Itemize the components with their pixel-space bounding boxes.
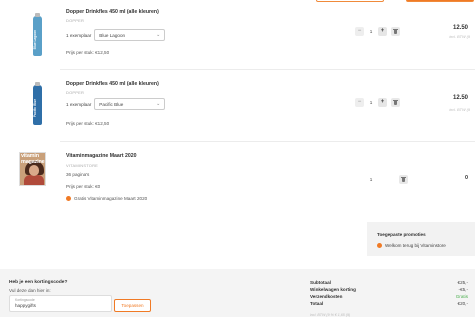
magazine-cover-image[interactable]: vitamin magazine: [19, 152, 46, 186]
product-brand: VITAMINSTORE: [66, 163, 99, 168]
page-count: 36 pagina's: [66, 172, 90, 177]
quantity-value: 1: [369, 177, 373, 182]
applied-promotions: Toegepaste promoties Welkom terug bij Vi…: [367, 222, 475, 256]
quantity-stepper: 1: [368, 175, 408, 184]
line-total: 12.50: [452, 25, 468, 31]
divider: [60, 141, 475, 142]
line-total: 12.50: [452, 95, 468, 101]
discount-value: -€5,-: [458, 287, 468, 292]
product-title[interactable]: Vitaminmagazine Maart 2020: [66, 153, 137, 159]
bottle-label: Blue Lagoon: [32, 30, 37, 50]
product-title[interactable]: Dopper Drinkfles 450 ml (alle kleuren): [66, 9, 159, 15]
product-image[interactable]: Pacific Blue: [26, 82, 48, 128]
unit-price: Prijs per stuk: €0: [66, 184, 101, 189]
divider: [60, 69, 475, 70]
secondary-action-button[interactable]: [316, 0, 384, 2]
cart-footer: Heb je een kortingscode? Vul deze dan hi…: [0, 269, 475, 317]
increase-quantity-button[interactable]: +: [378, 27, 387, 36]
promotions-title: Toegepaste promoties: [377, 232, 426, 237]
discount-code-field[interactable]: Kortingscode happygifts: [9, 295, 112, 312]
subtotal-value: €25,-: [457, 280, 468, 285]
quantity-value: 1: [369, 29, 373, 34]
magazine-cover-title: vitamin magazine: [21, 153, 45, 165]
line-vat-note: incl. BTW (9: [449, 108, 470, 112]
shipping-label: Verzendkosten: [310, 294, 343, 299]
shipping-value: Gratis: [455, 294, 468, 299]
discount-code-label: Kortingscode: [15, 298, 35, 302]
product-brand: DOPPER: [66, 90, 85, 95]
quantity-stepper: − 1 +: [355, 27, 400, 36]
bottle-image: Pacific Blue: [32, 82, 42, 125]
trash-icon[interactable]: [391, 98, 400, 107]
variant-select[interactable]: Blue Lagoon ⌄: [94, 29, 166, 41]
line-vat-note: incl. BTW (9: [449, 35, 470, 39]
dot-icon: [66, 196, 71, 201]
variant-row: 1 exemplaar Pacific Blue ⌄: [66, 98, 166, 110]
total-vat-note: incl. BTW (9 % € 1,65 (9): [310, 313, 351, 317]
total-label: Totaal: [310, 301, 324, 306]
unit-price: Prijs per stuk: €12,50: [66, 50, 110, 55]
top-action-buttons: [316, 0, 475, 2]
chevron-down-icon: ⌄: [156, 32, 161, 38]
dot-icon: [377, 243, 382, 248]
apply-discount-button[interactable]: Toepassen: [114, 299, 151, 312]
quantity-prefix: 1 exemplaar: [66, 101, 92, 107]
discount-code-value: happygifts: [15, 303, 36, 308]
free-gift-note: Gratis Vitaminmagazine Maart 2020: [66, 196, 147, 201]
variant-value: Blue Lagoon: [99, 32, 126, 38]
quantity-stepper: − 1 +: [355, 98, 400, 107]
subtotal-label: Subtotaal: [310, 280, 331, 285]
decrease-quantity-button[interactable]: −: [355, 27, 364, 36]
increase-quantity-button[interactable]: +: [378, 98, 387, 107]
primary-action-button[interactable]: [406, 0, 474, 2]
variant-row: 1 exemplaar Blue Lagoon ⌄: [66, 29, 166, 41]
product-image[interactable]: Blue Lagoon: [26, 13, 48, 59]
discount-subtitle: Vul deze dan hier in:: [9, 288, 51, 293]
bottle-label: Pacific Blue: [32, 99, 37, 118]
promotion-label: Welkom terug bij Vitaminstore: [385, 243, 446, 248]
bottle-image: Blue Lagoon: [32, 13, 42, 56]
variant-select[interactable]: Pacific Blue ⌄: [94, 98, 166, 110]
discount-title: Heb je een kortingscode?: [9, 280, 68, 285]
quantity-prefix: 1 exemplaar: [66, 32, 92, 38]
decrease-quantity-button[interactable]: −: [355, 98, 364, 107]
variant-value: Pacific Blue: [99, 101, 124, 107]
product-title[interactable]: Dopper Drinkfles 450 ml (alle kleuren): [66, 81, 159, 87]
quantity-value: 1: [369, 100, 373, 105]
trash-icon[interactable]: [391, 27, 400, 36]
unit-price: Prijs per stuk: €12,50: [66, 121, 110, 126]
free-gift-label: Gratis Vitaminmagazine Maart 2020: [74, 196, 148, 201]
trash-icon[interactable]: [399, 175, 408, 184]
discount-label: Winkelwagen korting: [310, 287, 356, 292]
chevron-down-icon: ⌄: [156, 101, 161, 107]
line-total: 0: [465, 175, 468, 181]
product-brand: DOPPER: [66, 18, 85, 23]
promotion-item: Welkom terug bij Vitaminstore: [377, 243, 446, 248]
total-value: €20,-: [457, 301, 468, 306]
